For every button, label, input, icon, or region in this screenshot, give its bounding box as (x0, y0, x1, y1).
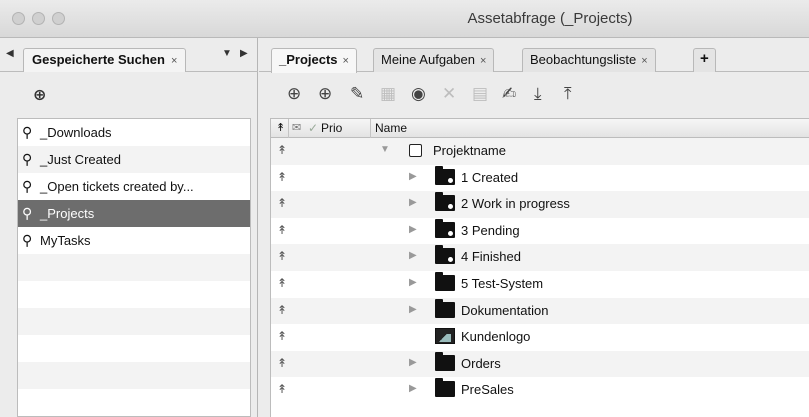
check-column-icon[interactable]: ✓ (308, 121, 318, 135)
smart-folder-icon (435, 165, 455, 185)
expand-arrow-icon[interactable]: ▶ (409, 357, 417, 368)
expand-arrow-icon[interactable]: ▼ (380, 144, 390, 155)
minimize-window-button[interactable] (32, 12, 45, 25)
tree-row[interactable]: ↟ ▶ Dokumentation (271, 297, 809, 325)
empty-row (18, 389, 250, 416)
empty-row (18, 281, 250, 308)
add-menu-icon[interactable]: ⊕ (287, 84, 301, 104)
import-icon[interactable]: ⤓ (534, 84, 542, 104)
tree-row[interactable]: ↟ ▶ 1 Created (271, 165, 809, 192)
tab-meine-aufgaben[interactable]: Meine Aufgaben × (373, 48, 495, 72)
folder-icon (435, 378, 455, 398)
window-title: Assetabfrage (_Projects) (467, 10, 633, 27)
tree-row[interactable]: ↟ ▶ 4 Finished (271, 244, 809, 271)
pin-icon[interactable]: ↟ (277, 303, 287, 317)
rename-icon[interactable]: ✍ (502, 84, 516, 104)
tree-row[interactable]: ↟ Kundenlogo (271, 324, 809, 351)
empty-row (18, 254, 250, 281)
smart-folder-icon (435, 245, 455, 265)
tab-close-icon[interactable]: × (171, 55, 177, 67)
pin-icon[interactable]: ↟ (277, 249, 287, 263)
saved-search-item[interactable]: ⚲ _Downloads (18, 119, 250, 146)
saved-searches-pane: ◀ Gespeicherte Suchen × ▼ ▶ ⊕ ⚲ _Downloads… (0, 38, 258, 417)
pin-column-icon[interactable]: ↟ (276, 121, 285, 134)
right-tab-bar: _Projects × Meine Aufgaben × Beobachtungsl… (259, 38, 809, 73)
results-pane: _Projects × Meine Aufgaben × Beobachtungsl… (259, 38, 809, 417)
saved-search-list: ⚲ _Downloads ⚲ _Just Created ⚲ _Open ticket… (17, 118, 251, 417)
save-icon[interactable]: ▤ (472, 84, 488, 104)
saved-search-item-selected[interactable]: ⚲ _Projects (18, 200, 250, 227)
empty-row (18, 308, 250, 335)
tab-label: Gespeicherte Suchen (32, 52, 165, 67)
tab-list-icon[interactable]: ▼ (222, 48, 232, 59)
expand-arrow-icon[interactable]: ▶ (409, 197, 417, 208)
pin-icon[interactable]: ↟ (277, 329, 287, 343)
search-icon: ⚲ (22, 205, 33, 221)
pin-icon[interactable]: ↟ (277, 143, 287, 157)
left-tab-bar: ◀ Gespeicherte Suchen × ▼ ▶ (0, 38, 258, 72)
table-header: ↟ ✉ ✓ Prio Name (271, 119, 809, 138)
expand-arrow-icon[interactable]: ▶ (409, 383, 417, 394)
tree-row[interactable]: ↟ ▶ 2 Work in progress (271, 191, 809, 218)
tab-beobachtungsliste[interactable]: Beobachtungsliste × (522, 48, 656, 72)
tree-row[interactable]: ↟ ▶ 3 Pending (271, 218, 809, 245)
duplicate-icon[interactable]: ▦ (380, 84, 396, 104)
add-icon[interactable]: ⊕ (318, 84, 332, 104)
empty-row (18, 362, 250, 389)
tree-row[interactable]: ↟ ▶ PreSales (271, 377, 809, 404)
expand-arrow-icon[interactable]: ▶ (409, 277, 417, 288)
tree-row[interactable]: ↟ ▶ 5 Test-System (271, 271, 809, 298)
saved-search-item[interactable]: ⚲ _Open tickets created by... (18, 173, 250, 200)
tree-row[interactable]: ↟ ▼ Projektname (271, 138, 809, 165)
pin-icon[interactable]: ↟ (277, 276, 287, 290)
asset-tree-table: ↟ ✉ ✓ Prio Name ↟ ▼ Projektname ↟ ▶ 1 Cr… (270, 118, 809, 417)
saved-search-item[interactable]: ⚲ MyTasks (18, 227, 250, 254)
edit-icon[interactable]: ✎ (350, 84, 364, 104)
smart-folder-icon (435, 192, 455, 212)
toolbar: ⊕ ⊕ ✎ ▦ ◉ ✕ ▤ ✍ ⤓ ⤒ (259, 72, 809, 118)
tab-scroll-left-icon[interactable]: ◀ (6, 48, 14, 59)
tab-close-icon[interactable]: × (343, 55, 349, 67)
name-column-header[interactable]: Name (375, 121, 407, 135)
pin-icon[interactable]: ↟ (277, 196, 287, 210)
mail-column-icon[interactable]: ✉ (292, 121, 301, 134)
pin-icon[interactable]: ↟ (277, 223, 287, 237)
saved-search-item[interactable]: ⚲ _Just Created (18, 146, 250, 173)
zoom-window-button[interactable] (52, 12, 65, 25)
search-icon: ⚲ (22, 151, 33, 167)
export-icon[interactable]: ⤒ (564, 84, 572, 104)
search-icon: ⚲ (22, 178, 33, 194)
pin-icon[interactable]: ↟ (277, 170, 287, 184)
title-bar: Assetabfrage (_Projects) (0, 0, 809, 38)
tab-close-icon[interactable]: × (641, 55, 647, 67)
close-window-button[interactable] (12, 12, 25, 25)
pin-icon[interactable]: ↟ (277, 356, 287, 370)
tab-scroll-right-icon[interactable]: ▶ (240, 48, 248, 59)
prio-column-header[interactable]: Prio (321, 121, 342, 135)
checkbox-icon[interactable] (409, 144, 422, 157)
expand-arrow-icon[interactable]: ▶ (409, 250, 417, 261)
search-icon: ⚲ (22, 232, 33, 248)
delete-icon[interactable]: ✕ (442, 84, 456, 104)
empty-row (18, 335, 250, 362)
tree-row[interactable]: ↟ ▶ Orders (271, 350, 809, 378)
tab-gespeicherte-suchen[interactable]: Gespeicherte Suchen × (23, 48, 187, 72)
expand-arrow-icon[interactable]: ▶ (409, 224, 417, 235)
smart-folder-icon (435, 218, 455, 238)
expand-arrow-icon[interactable]: ▶ (409, 171, 417, 182)
new-tab-button[interactable]: + (693, 48, 716, 72)
pin-icon[interactable]: ↟ (277, 382, 287, 396)
plus-circle-icon[interactable]: ⊕ (33, 85, 46, 105)
expand-arrow-icon[interactable]: ▶ (409, 304, 417, 315)
folder-icon (435, 271, 455, 291)
view-icon[interactable]: ◉ (411, 84, 426, 104)
tab-projects[interactable]: _Projects × (271, 48, 357, 73)
image-icon (435, 328, 455, 345)
folder-icon (435, 298, 455, 318)
search-icon: ⚲ (22, 124, 33, 140)
folder-icon (435, 351, 455, 371)
tab-close-icon[interactable]: × (480, 55, 486, 67)
